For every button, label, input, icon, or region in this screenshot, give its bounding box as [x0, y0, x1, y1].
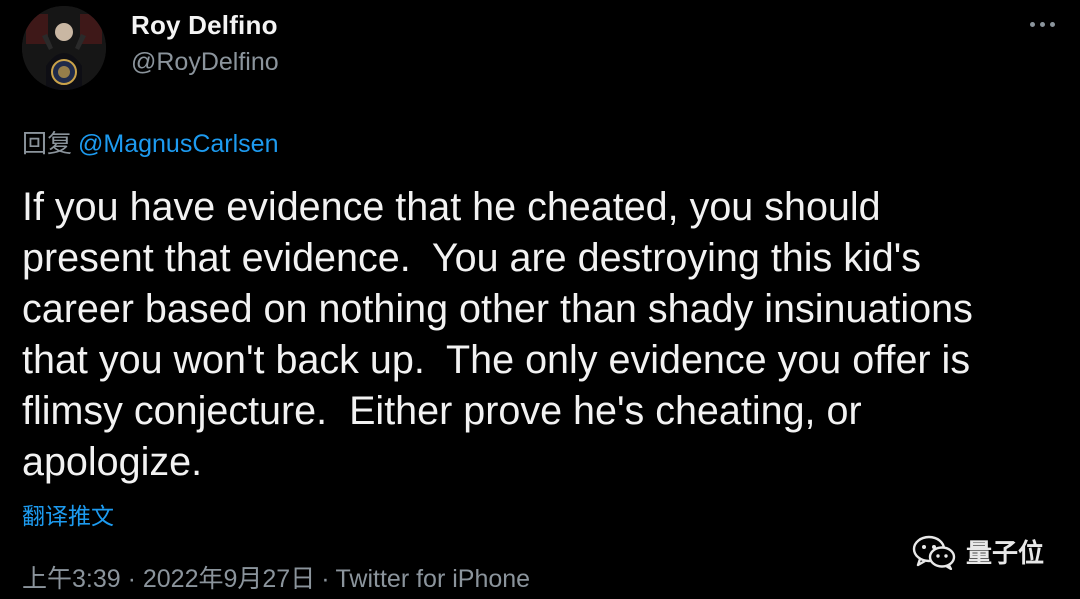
wechat-icon [912, 535, 956, 570]
author-avatar[interactable] [22, 6, 106, 90]
watermark-text: 量子位 [965, 538, 1044, 568]
avatar-photo-icon [22, 6, 106, 90]
tweet-meta: 上午3:39 · 2022年9月27日 · Twitter for iPhone [22, 559, 530, 595]
tweet-timestamp[interactable]: 上午3:39 · 2022年9月27日 [22, 565, 315, 593]
reply-prefix: 回复 [22, 130, 73, 158]
more-dots-icon-dot-3 [1049, 21, 1055, 27]
author-name[interactable]: Roy Delfino [131, 10, 278, 41]
meta-separator: · [321, 565, 330, 593]
reply-mention-link[interactable]: @MagnusCarlsen [78, 130, 278, 158]
tweet-source[interactable]: Twitter for iPhone [336, 565, 531, 593]
more-dots-icon-dot-2 [1039, 21, 1045, 27]
watermark: 量子位 [912, 533, 1044, 570]
author-handle[interactable]: @RoyDelfino [131, 48, 279, 77]
translate-tweet-link[interactable]: 翻译推文 [22, 497, 114, 531]
tweet-body: If you have evidence that he cheated, yo… [22, 185, 973, 484]
more-dots-icon [1029, 21, 1035, 27]
reply-context: 回复 @MagnusCarlsen [22, 124, 278, 160]
tweet-card: Roy Delfino @RoyDelfino 回复 @MagnusCarlsen… [0, 0, 1080, 599]
more-options-button[interactable] [1024, 10, 1060, 38]
